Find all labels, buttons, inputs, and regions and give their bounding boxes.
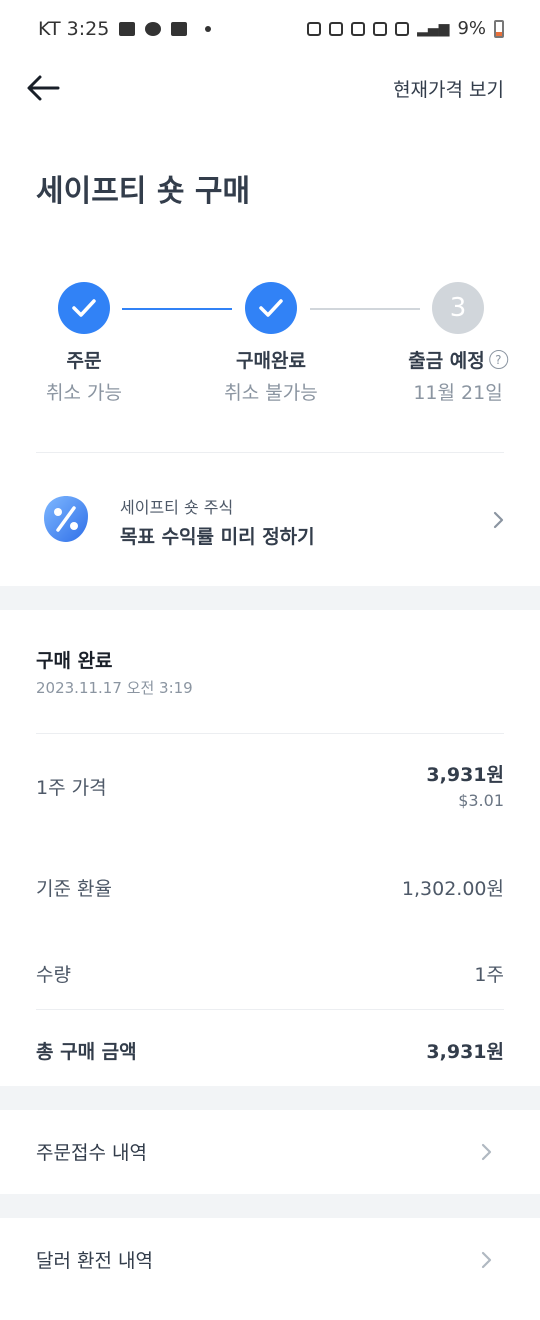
price-per-share-label: 1주 가격 (36, 777, 107, 799)
signal-icon: ▂▄▆ (417, 20, 450, 37)
order-progress-stepper: 3 주문 구매완료 출금 예정 ? 취소 가능 취소 불가능 11월 21일 (0, 280, 540, 410)
purchase-section-title: 구매 완료 (36, 650, 113, 672)
step-3-label-text: 출금 예정 (408, 350, 485, 372)
quantity-label: 수량 (36, 964, 71, 986)
step-2-circle (245, 282, 297, 334)
header: 현재가격 보기 (0, 60, 540, 116)
gallery-icon (119, 22, 136, 36)
price-per-share-usd: $3.01 (458, 791, 504, 810)
step-3-sub: 11월 21일 (413, 382, 503, 404)
chevron-right-icon (481, 1251, 492, 1269)
page-title: 세이프티 숏 구매 (36, 174, 251, 209)
battery-icon (494, 19, 504, 38)
step-1-label: 주문 (66, 350, 102, 372)
promo-title: 목표 수익률 미리 정하기 (120, 526, 315, 548)
chat-icon (145, 22, 162, 36)
5g-icon (395, 21, 410, 36)
divider (36, 733, 504, 734)
alarm-icon (307, 21, 322, 36)
total-amount-label: 총 구매 금액 (36, 1041, 137, 1063)
more-notifications-icon (205, 26, 212, 32)
back-button[interactable] (24, 70, 64, 106)
fx-history-label: 달러 환전 내역 (36, 1250, 153, 1272)
target-return-promo[interactable]: 세이프티 숏 주식 목표 수익률 미리 정하기 (0, 472, 540, 568)
mute-icon (351, 21, 366, 36)
section-separator (0, 586, 540, 610)
step-1-sub: 취소 가능 (46, 382, 122, 404)
step-connector-2 (310, 308, 420, 310)
promo-subtitle: 세이프티 숏 주식 (120, 498, 234, 517)
chevron-right-icon (481, 1143, 492, 1161)
sleep-icon (329, 21, 344, 36)
price-per-share-krw: 3,931원 (426, 764, 504, 786)
status-bar: KT 3:25 ▂▄▆ 9% (0, 0, 540, 60)
section-separator (0, 1086, 540, 1110)
section-separator (0, 1194, 540, 1218)
battery-percent: 9% (457, 18, 486, 39)
step-3-circle: 3 (432, 282, 484, 334)
arrow-left-icon (27, 75, 60, 101)
divider (36, 1009, 504, 1010)
step-2-label: 구매완료 (236, 350, 306, 372)
quantity-value: 1주 (474, 964, 504, 986)
divider (36, 452, 504, 453)
step-2-sub: 취소 불가능 (224, 382, 318, 404)
current-price-link[interactable]: 현재가격 보기 (393, 75, 504, 102)
chevron-right-icon (493, 511, 504, 529)
step-connector-1 (122, 308, 232, 310)
total-amount-value: 3,931원 (426, 1041, 504, 1063)
order-history-label: 주문접수 내역 (36, 1142, 147, 1164)
exchange-rate-value: 1,302.00원 (401, 878, 504, 900)
step-3-label: 출금 예정 ? (408, 346, 508, 373)
order-history-link[interactable]: 주문접수 내역 (0, 1110, 540, 1194)
app-icon (171, 22, 188, 36)
step-3-number: 3 (449, 293, 467, 323)
percent-badge-icon (44, 496, 88, 542)
hd-icon (373, 21, 388, 36)
exchange-rate-label: 기준 환율 (36, 878, 112, 900)
check-icon (72, 299, 96, 317)
fx-history-link[interactable]: 달러 환전 내역 (0, 1218, 540, 1302)
purchase-datetime: 2023.11.17 오전 3:19 (36, 679, 193, 697)
question-circle-icon[interactable]: ? (488, 350, 508, 369)
carrier-time: KT 3:25 (38, 18, 110, 40)
check-icon (259, 299, 283, 317)
step-1-circle (58, 282, 110, 334)
